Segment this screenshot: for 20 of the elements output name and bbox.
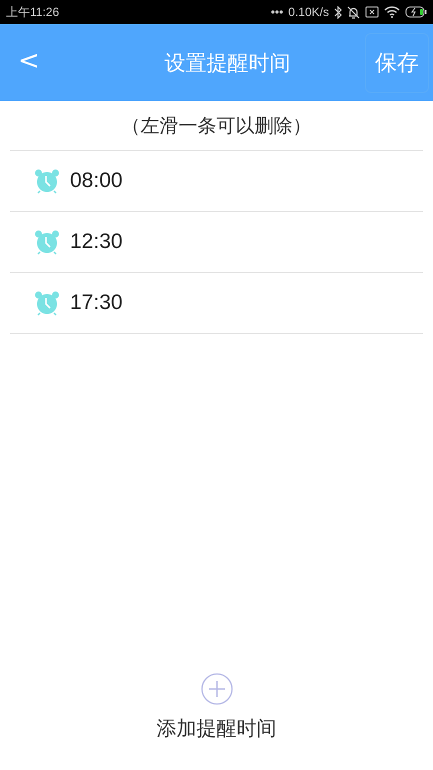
add-icon[interactable]	[200, 673, 232, 705]
reminder-time: 08:00	[70, 169, 123, 193]
reminder-time: 17:30	[70, 291, 123, 315]
add-reminder-button[interactable]: 添加提醒时间	[156, 715, 276, 742]
bluetooth-icon	[334, 6, 342, 18]
bell-off-icon	[347, 6, 360, 18]
wifi-icon	[384, 6, 400, 18]
page-title: 设置提醒时间	[164, 50, 292, 76]
more-dots: •••	[270, 5, 284, 19]
back-button[interactable]: <	[18, 46, 58, 80]
status-time: 上午11:26	[6, 4, 60, 20]
sim-icon	[365, 6, 379, 18]
network-speed: 0.10K/s	[288, 5, 329, 19]
alarm-clock-icon	[34, 229, 60, 255]
alarm-clock-icon	[34, 290, 60, 316]
alarm-clock-icon	[34, 168, 60, 194]
save-button[interactable]: 保存	[365, 32, 429, 92]
hint-text: （左滑一条可以删除）	[10, 101, 423, 151]
battery-icon	[405, 6, 427, 18]
reminder-time: 12:30	[70, 230, 123, 254]
